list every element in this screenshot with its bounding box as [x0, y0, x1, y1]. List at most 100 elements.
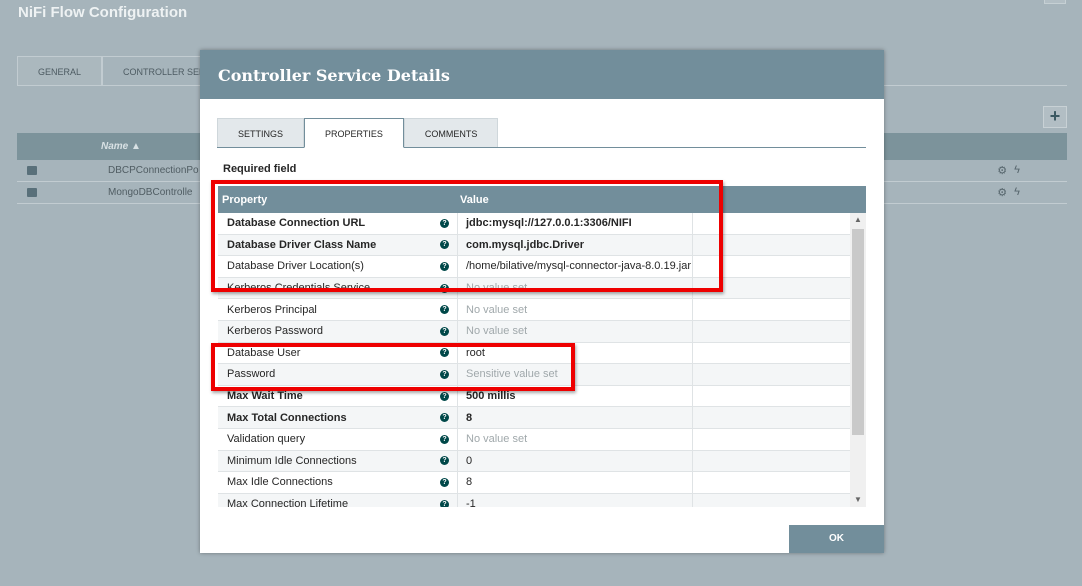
- help-icon[interactable]: ?: [440, 391, 449, 401]
- book-icon[interactable]: [27, 188, 37, 197]
- property-value[interactable]: Sensitive value set: [458, 364, 693, 385]
- book-icon[interactable]: [27, 166, 37, 175]
- property-name: Max Wait Time: [227, 390, 303, 403]
- property-row[interactable]: Database Driver Location(s)?/home/bilati…: [218, 256, 866, 278]
- row-spacer: [693, 278, 866, 299]
- property-row[interactable]: Minimum Idle Connections? 0: [218, 450, 866, 473]
- property-value[interactable]: 8: [458, 407, 693, 428]
- property-value[interactable]: com.mysql.jdbc.Driver: [458, 234, 693, 256]
- property-name-cell: Password?: [218, 364, 458, 385]
- property-name: Database User: [227, 346, 301, 359]
- help-icon[interactable]: ?: [440, 218, 449, 228]
- tab-settings[interactable]: SETTINGS: [217, 118, 305, 148]
- property-row[interactable]: Kerberos Password? No value set: [218, 320, 866, 343]
- property-value[interactable]: root: [458, 342, 693, 364]
- page-title: NiFi Flow Configuration: [18, 4, 188, 21]
- property-rows: Database Connection URL? jdbc:mysql://127…: [218, 213, 866, 507]
- property-value[interactable]: No value set: [458, 299, 693, 320]
- help-icon[interactable]: ?: [440, 261, 449, 271]
- property-name: Validation query: [227, 433, 306, 446]
- row-spacer: [693, 364, 866, 385]
- property-name-cell: Max Connection Lifetime?: [218, 493, 458, 507]
- close-button[interactable]: [1044, 0, 1066, 4]
- help-icon[interactable]: ?: [440, 283, 449, 293]
- service-name: MongoDBControlle: [108, 187, 193, 198]
- row-spacer: [693, 494, 866, 507]
- help-icon[interactable]: ?: [440, 240, 449, 250]
- property-name-cell: Database User?: [218, 342, 458, 364]
- tab-comments[interactable]: COMMENTS: [403, 118, 499, 148]
- property-name-cell: Max Total Connections?: [218, 407, 458, 428]
- help-icon[interactable]: ?: [440, 305, 449, 315]
- help-icon[interactable]: ?: [440, 413, 449, 423]
- lightning-icon[interactable]: ϟ: [1014, 186, 1020, 199]
- property-row[interactable]: Database Driver Class Name? com.mysql.jdb…: [218, 234, 866, 257]
- property-name-cell: Max Idle Connections?: [218, 472, 458, 493]
- help-icon[interactable]: ?: [440, 434, 449, 444]
- help-icon[interactable]: ?: [440, 348, 449, 358]
- controller-service-details-dialog: Controller Service Details SETTINGS PROP…: [200, 50, 884, 553]
- add-controller-service-button[interactable]: +: [1043, 106, 1067, 128]
- properties-grid: Property Value Database Connection URL? j…: [218, 186, 866, 507]
- property-name-cell: Kerberos Credentials Service?: [218, 277, 458, 299]
- gear-icon[interactable]: ⚙: [997, 186, 1007, 199]
- property-name: Max Connection Lifetime: [227, 498, 349, 507]
- property-value[interactable]: 500 millis: [458, 385, 693, 407]
- service-name: DBCPConnectionPo: [108, 165, 199, 176]
- property-name: Kerberos Password: [227, 325, 323, 338]
- row-spacer: [693, 321, 866, 342]
- property-value[interactable]: jdbc:mysql://127.0.0.1:3306/NIFI: [458, 213, 693, 234]
- scroll-up-icon[interactable]: ▲: [850, 213, 866, 227]
- tab-general[interactable]: GENERAL: [17, 56, 103, 86]
- property-name-cell: Database Connection URL?: [218, 213, 458, 234]
- property-name: Max Idle Connections: [227, 476, 333, 489]
- row-spacer: [693, 299, 866, 320]
- help-icon[interactable]: ?: [440, 477, 449, 487]
- property-name: Kerberos Principal: [227, 303, 317, 316]
- property-row[interactable]: Kerberos Credentials Service? No value se…: [218, 277, 866, 300]
- row-spacer: [693, 235, 866, 256]
- property-row[interactable]: Database Connection URL? jdbc:mysql://127…: [218, 213, 866, 235]
- property-value[interactable]: 0: [458, 450, 693, 472]
- help-icon[interactable]: ?: [440, 369, 449, 379]
- property-value[interactable]: No value set: [458, 277, 693, 299]
- tab-properties[interactable]: PROPERTIES: [304, 118, 404, 148]
- help-icon[interactable]: ?: [440, 326, 449, 336]
- property-name-cell: Database Driver Location(s)?: [218, 256, 458, 277]
- property-name: Password: [227, 368, 276, 381]
- scroll-thumb[interactable]: [852, 229, 864, 435]
- help-icon[interactable]: ?: [440, 456, 449, 466]
- row-spacer: [693, 343, 866, 364]
- property-row[interactable]: Max Wait Time? 500 millis: [218, 385, 866, 408]
- property-row[interactable]: Max Total Connections? 8: [218, 407, 866, 429]
- property-row[interactable]: Database User? root: [218, 342, 866, 365]
- property-row[interactable]: Password? Sensitive value set: [218, 364, 866, 386]
- property-value[interactable]: /home/bilative/mysql-connector-java-8.0.…: [458, 256, 693, 277]
- gear-icon[interactable]: ⚙: [997, 164, 1007, 177]
- name-column-header[interactable]: Name ▲: [17, 141, 141, 152]
- property-name-cell: Validation query?: [218, 428, 458, 450]
- property-row[interactable]: Kerberos Principal? No value set: [218, 299, 866, 321]
- property-name: Database Driver Class Name: [227, 238, 377, 251]
- property-name-cell: Kerberos Password?: [218, 320, 458, 342]
- property-name-cell: Database Driver Class Name?: [218, 234, 458, 256]
- property-value[interactable]: No value set: [458, 428, 693, 450]
- scrollbar[interactable]: ▲ ▼: [850, 213, 866, 507]
- property-row[interactable]: Max Idle Connections? 8: [218, 472, 866, 494]
- help-icon[interactable]: ?: [440, 499, 449, 507]
- value-column-header: Value: [460, 193, 489, 206]
- property-name: Database Driver Location(s): [227, 260, 364, 273]
- property-row[interactable]: Validation query? No value set: [218, 428, 866, 451]
- row-spacer: [693, 386, 866, 407]
- property-row[interactable]: Max Connection Lifetime? -1: [218, 493, 866, 507]
- property-column-header: Property: [222, 193, 268, 206]
- property-value[interactable]: 8: [458, 472, 693, 493]
- ok-button[interactable]: OK: [789, 525, 884, 553]
- scroll-down-icon[interactable]: ▼: [850, 493, 866, 507]
- property-value[interactable]: -1: [458, 493, 693, 507]
- row-spacer: [693, 472, 866, 493]
- property-name: Kerberos Credentials Service: [227, 282, 371, 295]
- property-name: Database Connection URL: [227, 217, 366, 230]
- property-value[interactable]: No value set: [458, 320, 693, 342]
- lightning-icon[interactable]: ϟ: [1014, 164, 1020, 177]
